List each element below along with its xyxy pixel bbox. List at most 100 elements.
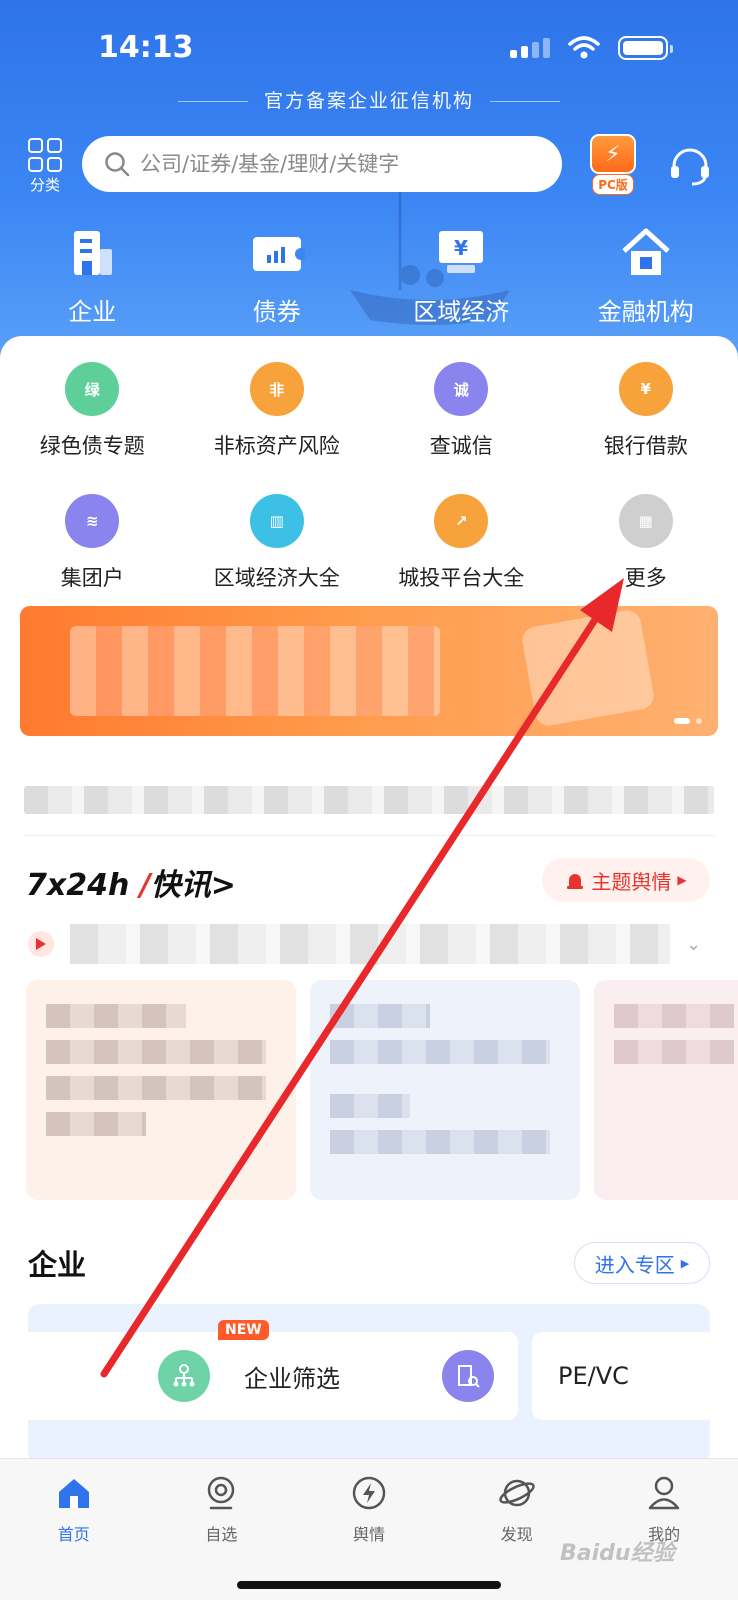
pe-vc-tile[interactable]: PE/VC — [532, 1332, 710, 1420]
pc-version-label: PC版 — [592, 174, 634, 195]
news-card[interactable] — [26, 980, 296, 1200]
notice-row-blurred[interactable] — [24, 786, 714, 814]
header: 14:13 官方备案企业征信机构 分类 ⚡ PC版 — [0, 0, 738, 360]
banner-text-blurred — [70, 626, 440, 716]
alarm-icon — [567, 874, 584, 889]
bond-ticket-icon — [248, 226, 306, 280]
enterprise-filter-tile[interactable]: 企业筛选 — [218, 1332, 518, 1420]
cellular-signal-icon — [510, 38, 550, 58]
search-bar[interactable] — [82, 136, 562, 192]
caret-right-icon: ▶ — [680, 1256, 690, 1270]
flash-news-title[interactable]: 7x24h /快讯> — [26, 860, 236, 904]
watermark-logo: Baidu经验 — [560, 1541, 675, 1566]
magnifier-icon: 诚 — [434, 362, 489, 416]
tab-home-label: 首页 — [57, 1525, 90, 1544]
quick-item-label: 城投平台大全 — [398, 566, 525, 590]
tab-watchlist-label: 自选 — [205, 1525, 238, 1544]
org-chart-icon — [158, 1350, 210, 1402]
flash-title-main: 快讯 — [150, 868, 211, 903]
topic-sentiment-button[interactable]: 主题舆情 ▶ — [542, 858, 710, 902]
tab-discover[interactable]: 发现 — [443, 1471, 591, 1545]
building-search-icon — [442, 1350, 494, 1402]
tab-sentiment[interactable]: 舆情 — [295, 1471, 443, 1545]
tab-watchlist[interactable]: 自选 — [148, 1471, 296, 1545]
gift-illustration — [520, 608, 656, 728]
banner-pagination — [674, 718, 702, 724]
nav-financial-institutions[interactable]: 金融机构 — [554, 226, 738, 327]
headset-icon — [671, 148, 709, 186]
nav-regional-economy[interactable]: ¥ 区域经济 — [369, 226, 554, 327]
quick-item-urban-investment[interactable]: ↗ 城投平台大全 — [369, 494, 554, 592]
flash-title-accent: / — [139, 868, 151, 903]
bar-chart-icon: ▥ — [249, 494, 304, 548]
trend-chart-icon: ↗ — [434, 494, 489, 548]
customer-service-button[interactable] — [668, 146, 712, 190]
enterprise-tile[interactable] — [28, 1332, 232, 1420]
topic-sentiment-label: 主题舆情 — [591, 869, 672, 894]
building-icon — [63, 226, 121, 280]
quick-item-group-accounts[interactable]: ≋ 集团户 — [0, 494, 185, 592]
enterprise-filter-label: 企业筛选 — [244, 1364, 340, 1393]
nav-enterprise-label: 企业 — [68, 298, 117, 326]
lightning-icon — [347, 1471, 391, 1515]
nav-bonds[interactable]: 债券 — [185, 226, 370, 327]
bank-house-icon — [617, 226, 675, 280]
tab-home[interactable]: 首页 — [0, 1471, 148, 1545]
enter-zone-button[interactable]: 进入专区 ▶ — [574, 1242, 710, 1284]
news-text-blurred — [70, 924, 670, 964]
person-icon — [642, 1471, 686, 1515]
quick-item-nonstandard-risk[interactable]: 非 非标资产风险 — [185, 362, 370, 460]
wifi-icon — [568, 36, 600, 59]
nav-bonds-label: 债券 — [252, 298, 301, 326]
promo-banner[interactable] — [20, 606, 718, 736]
quick-item-label: 区域经济大全 — [213, 566, 340, 590]
svg-text:¥: ¥ — [454, 236, 468, 260]
status-time: 14:13 — [98, 30, 194, 65]
new-badge: NEW — [218, 1320, 269, 1340]
main-nav: 企业 债券 ¥ 区域经济 金融机构 — [0, 226, 738, 327]
news-card[interactable] — [594, 980, 738, 1200]
news-card[interactable] — [310, 980, 580, 1200]
lightning-icon: ⚡ — [590, 134, 636, 174]
quick-item-label: 查诚信 — [429, 434, 493, 458]
quick-grid: 绿 绿色债专题 非 非标资产风险 诚 查诚信 ¥ 银行借款 ≋ 集团户 ▥ 区域… — [0, 362, 738, 592]
webcam-icon — [199, 1471, 243, 1515]
nav-regional-economy-label: 区域经济 — [413, 298, 510, 326]
more-grid-icon: ▦ — [618, 494, 673, 548]
grid-icon — [28, 138, 62, 172]
nav-enterprise[interactable]: 企业 — [0, 226, 185, 327]
search-icon — [105, 152, 130, 177]
caret-right-icon: ▶ — [677, 873, 687, 887]
chevron-down-icon[interactable]: ⌄ — [686, 934, 701, 955]
status-icons — [510, 36, 673, 60]
category-button[interactable]: 分类 — [24, 138, 66, 195]
pe-vc-label: PE/VC — [558, 1362, 629, 1390]
enterprise-tools-panel: 企业筛选 NEW PE/VC — [28, 1304, 710, 1464]
shield-icon: 非 — [249, 362, 304, 416]
quick-item-green-bond[interactable]: 绿 绿色债专题 — [0, 362, 185, 460]
chevron-right-icon: > — [210, 868, 236, 903]
tab-sentiment-label: 舆情 — [352, 1525, 385, 1544]
money-bag-icon: ¥ — [618, 362, 673, 416]
news-ticker[interactable]: ⌄ — [28, 924, 718, 964]
bottom-tab-bar: 首页 自选 舆情 发现 我的 — [0, 1458, 738, 1600]
tab-profile[interactable]: 我的 — [590, 1471, 738, 1545]
quick-item-bank-loans[interactable]: ¥ 银行借款 — [554, 362, 738, 460]
quick-item-credit-check[interactable]: 诚 查诚信 — [369, 362, 554, 460]
flash-title-prefix: 7x24h — [26, 868, 140, 903]
quick-item-label: 非标资产风险 — [213, 434, 340, 458]
yen-board-icon: ¥ — [432, 226, 490, 280]
quick-item-label: 集团户 — [60, 566, 124, 590]
search-input[interactable] — [140, 152, 540, 176]
planet-icon — [495, 1471, 539, 1515]
divider — [24, 835, 714, 836]
pc-version-button[interactable]: ⚡ PC版 — [586, 134, 640, 196]
quick-item-regional-economy-all[interactable]: ▥ 区域经济大全 — [185, 494, 370, 592]
quick-item-label: 绿色债专题 — [39, 434, 145, 458]
home-icon — [52, 1471, 96, 1515]
quick-item-more[interactable]: ▦ 更多 — [554, 494, 738, 592]
enterprise-section-title: 企业 — [28, 1248, 87, 1282]
category-label: 分类 — [29, 176, 60, 194]
battery-icon — [618, 36, 673, 60]
nav-financial-institutions-label: 金融机构 — [597, 298, 694, 326]
